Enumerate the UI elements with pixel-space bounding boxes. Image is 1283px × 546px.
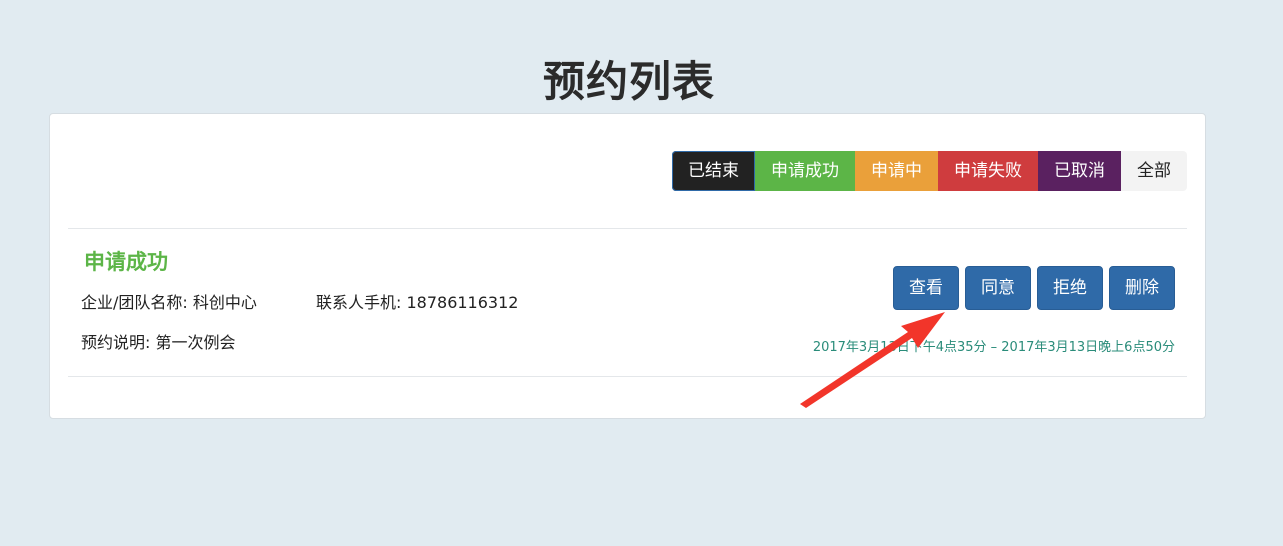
view-button[interactable]: 查看 [893,266,959,310]
filter-failed-button[interactable]: 申请失败 [938,151,1038,191]
filter-ended-button[interactable]: 已结束 [672,151,755,191]
status-label: 申请成功 [84,250,168,274]
filter-cancelled-button[interactable]: 已取消 [1038,151,1121,191]
agree-button[interactable]: 同意 [965,266,1031,310]
delete-button[interactable]: 删除 [1109,266,1175,310]
reservation-description: 预约说明: 第一次例会 [81,333,236,352]
reject-button[interactable]: 拒绝 [1037,266,1103,310]
company-name: 企业/团队名称: 科创中心 [81,293,257,312]
contact-phone: 联系人手机: 18786116312 [316,293,519,312]
record-actions: 查看 同意 拒绝 删除 [893,266,1175,310]
filter-success-button[interactable]: 申请成功 [755,151,855,191]
filter-pending-button[interactable]: 申请中 [855,151,938,191]
divider [68,376,1187,377]
divider [68,228,1187,229]
status-filter-group: 已结束 申请成功 申请中 申请失败 已取消 全部 [672,151,1187,191]
filter-all-button[interactable]: 全部 [1121,151,1187,191]
page-title: 预约列表 [542,57,715,106]
reservation-panel: 已结束 申请成功 申请中 申请失败 已取消 全部 申请成功 企业/团队名称: 科… [49,113,1206,419]
time-range: 2017年3月13日下午4点35分 – 2017年3月13日晚上6点50分 [812,340,1175,355]
